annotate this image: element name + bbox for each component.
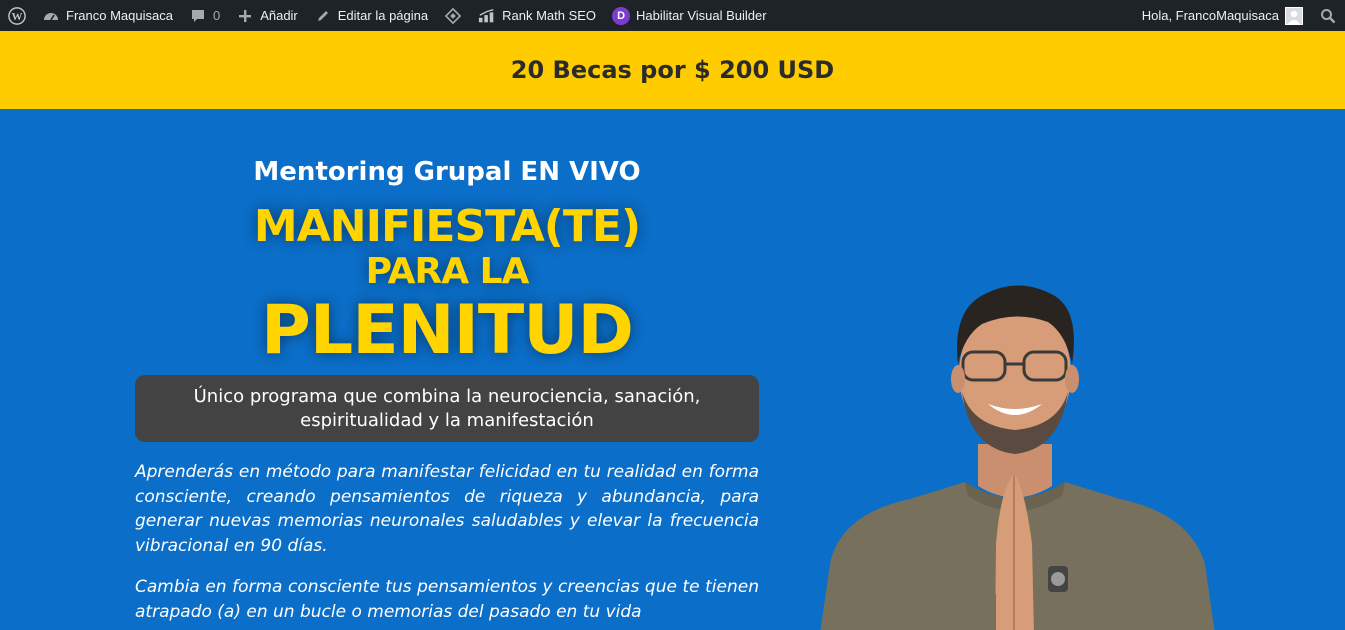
account-menu[interactable]: Hola, FrancoMaquisaca [1134,0,1311,31]
site-name-menu[interactable]: Franco Maquisaca [34,0,181,31]
comments-count: 0 [212,8,221,23]
headline-line-2: PARA LA [365,251,530,292]
rank-math-icon [478,7,496,25]
admin-bar: W Franco Maquisaca 0 Añadir Editar la pá… [0,0,1345,31]
edit-page-menu[interactable]: Editar la página [306,0,436,31]
rank-math-label: Rank Math SEO [502,8,597,23]
diamond-icon [444,7,462,25]
banner-text: 20 Becas por $ 200 USD [510,56,835,84]
hero-section: Mentoring Grupal EN VIVO MANIFIESTA(TE) … [0,109,1345,630]
visual-builder-menu[interactable]: D Habilitar Visual Builder [604,0,775,31]
search-button[interactable] [1311,0,1345,31]
greeting: Hola, FrancoMaquisaca [1141,8,1279,23]
comments-menu[interactable]: 0 [181,0,228,31]
pencil-icon [314,7,332,25]
pill-text: Único programa que combina la neurocienc… [193,385,701,431]
avatar [1285,6,1303,25]
hero-subtitle: Mentoring Grupal EN VIVO [253,157,641,187]
divi-icon: D [612,6,631,25]
headline-line-1: MANIFIESTA(TE) [253,201,641,252]
wordpress-menu[interactable]: W [0,0,34,31]
comment-icon [189,7,207,25]
edit-page-label: Editar la página [337,8,429,23]
scholarship-banner: 20 Becas por $ 200 USD [0,31,1345,109]
svg-text:W: W [12,11,23,23]
description-paragraph-2: Cambia en forma consciente tus pensamien… [135,577,759,622]
search-icon [1319,7,1337,25]
wordpress-icon: W [8,6,26,25]
diamond-menu[interactable] [436,0,470,31]
rank-math-menu[interactable]: Rank Math SEO [470,0,604,31]
plus-icon [236,7,254,25]
description-paragraph-1: Aprenderás en método para manifestar fel… [135,462,759,556]
add-new-menu[interactable]: Añadir [228,0,306,31]
mentor-photo [820,285,1215,630]
dashboard-icon [42,7,60,25]
visual-builder-label: Habilitar Visual Builder [636,8,767,23]
program-pill: Único programa que combina la neurocienc… [135,375,759,442]
add-new-label: Añadir [260,8,298,23]
site-name: Franco Maquisaca [66,8,173,23]
headline-line-3: PLENITUD [261,291,634,370]
